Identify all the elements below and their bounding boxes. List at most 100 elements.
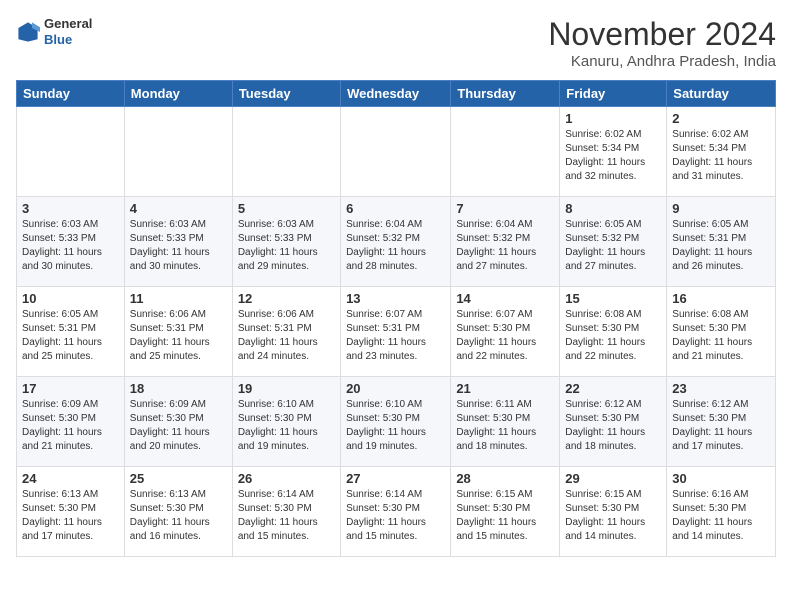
calendar-cell: 8 Sunrise: 6:05 AM Sunset: 5:32 PM Daylig… [560, 197, 667, 287]
calendar-day-header: Monday [124, 81, 232, 107]
day-number: 1 [565, 111, 661, 126]
calendar-cell: 18 Sunrise: 6:09 AM Sunset: 5:30 PM Dayli… [124, 377, 232, 467]
day-info: Sunrise: 6:09 AM Sunset: 5:30 PM Dayligh… [22, 398, 119, 454]
logo-text: General Blue [44, 16, 92, 47]
day-number: 8 [565, 201, 661, 216]
calendar-cell [232, 107, 340, 197]
day-number: 21 [456, 381, 554, 396]
day-number: 22 [565, 381, 661, 396]
day-number: 26 [238, 471, 335, 486]
day-number: 10 [22, 291, 119, 306]
day-info: Sunrise: 6:09 AM Sunset: 5:30 PM Dayligh… [130, 398, 227, 454]
calendar-week-row: 10 Sunrise: 6:05 AM Sunset: 5:31 PM Dayli… [17, 287, 776, 377]
calendar-cell: 12 Sunrise: 6:06 AM Sunset: 5:31 PM Dayli… [232, 287, 340, 377]
day-info: Sunrise: 6:05 AM Sunset: 5:31 PM Dayligh… [22, 308, 119, 364]
day-number: 29 [565, 471, 661, 486]
day-number: 11 [130, 291, 227, 306]
calendar-day-header: Friday [560, 81, 667, 107]
calendar-cell [124, 107, 232, 197]
day-info: Sunrise: 6:10 AM Sunset: 5:30 PM Dayligh… [346, 398, 445, 454]
calendar-cell: 14 Sunrise: 6:07 AM Sunset: 5:30 PM Dayli… [451, 287, 560, 377]
calendar-cell: 29 Sunrise: 6:15 AM Sunset: 5:30 PM Dayli… [560, 467, 667, 557]
day-info: Sunrise: 6:03 AM Sunset: 5:33 PM Dayligh… [130, 218, 227, 274]
day-info: Sunrise: 6:13 AM Sunset: 5:30 PM Dayligh… [22, 488, 119, 544]
day-info: Sunrise: 6:13 AM Sunset: 5:30 PM Dayligh… [130, 488, 227, 544]
day-info: Sunrise: 6:07 AM Sunset: 5:31 PM Dayligh… [346, 308, 445, 364]
day-info: Sunrise: 6:15 AM Sunset: 5:30 PM Dayligh… [456, 488, 554, 544]
calendar-cell: 3 Sunrise: 6:03 AM Sunset: 5:33 PM Daylig… [17, 197, 125, 287]
calendar-cell: 17 Sunrise: 6:09 AM Sunset: 5:30 PM Dayli… [17, 377, 125, 467]
calendar-day-header: Sunday [17, 81, 125, 107]
day-number: 3 [22, 201, 119, 216]
calendar-cell: 23Sunrise: 6:12 AM Sunset: 5:30 PM Dayli… [667, 377, 776, 467]
day-number: 24 [22, 471, 119, 486]
day-number: 7 [456, 201, 554, 216]
day-number: 27 [346, 471, 445, 486]
calendar-cell: 30 Sunrise: 6:16 AM Sunset: 5:30 PM Dayli… [667, 467, 776, 557]
day-info: Sunrise: 6:03 AM Sunset: 5:33 PM Dayligh… [22, 218, 119, 274]
logo-general: General [44, 16, 92, 32]
month-title: November 2024 [548, 16, 776, 53]
day-info: Sunrise: 6:14 AM Sunset: 5:30 PM Dayligh… [238, 488, 335, 544]
calendar-cell: 19Sunrise: 6:10 AM Sunset: 5:30 PM Dayli… [232, 377, 340, 467]
day-info: Sunrise: 6:04 AM Sunset: 5:32 PM Dayligh… [346, 218, 445, 274]
day-number: 14 [456, 291, 554, 306]
calendar-cell: 26 Sunrise: 6:14 AM Sunset: 5:30 PM Dayli… [232, 467, 340, 557]
calendar-cell: 25Sunrise: 6:13 AM Sunset: 5:30 PM Dayli… [124, 467, 232, 557]
day-info: Sunrise: 6:16 AM Sunset: 5:30 PM Dayligh… [672, 488, 770, 544]
day-info: Sunrise: 6:03 AM Sunset: 5:33 PM Dayligh… [238, 218, 335, 274]
day-info: Sunrise: 6:11 AM Sunset: 5:30 PM Dayligh… [456, 398, 554, 454]
calendar-cell: 15 Sunrise: 6:08 AM Sunset: 5:30 PM Dayli… [560, 287, 667, 377]
calendar-cell: 6Sunrise: 6:04 AM Sunset: 5:32 PM Daylig… [341, 197, 451, 287]
day-info: Sunrise: 6:05 AM Sunset: 5:32 PM Dayligh… [565, 218, 661, 274]
day-info: Sunrise: 6:12 AM Sunset: 5:30 PM Dayligh… [565, 398, 661, 454]
day-number: 17 [22, 381, 119, 396]
calendar-cell: 2 Sunrise: 6:02 AM Sunset: 5:34 PM Daylig… [667, 107, 776, 197]
day-number: 23 [672, 381, 770, 396]
day-number: 4 [130, 201, 227, 216]
calendar-cell: 11 Sunrise: 6:06 AM Sunset: 5:31 PM Dayli… [124, 287, 232, 377]
day-info: Sunrise: 6:05 AM Sunset: 5:31 PM Dayligh… [672, 218, 770, 274]
calendar-day-header: Wednesday [341, 81, 451, 107]
day-number: 13 [346, 291, 445, 306]
calendar-week-row: 3 Sunrise: 6:03 AM Sunset: 5:33 PM Daylig… [17, 197, 776, 287]
calendar-cell: 16 Sunrise: 6:08 AM Sunset: 5:30 PM Dayli… [667, 287, 776, 377]
day-info: Sunrise: 6:02 AM Sunset: 5:34 PM Dayligh… [565, 128, 661, 184]
day-info: Sunrise: 6:04 AM Sunset: 5:32 PM Dayligh… [456, 218, 554, 274]
calendar-header-row: SundayMondayTuesdayWednesdayThursdayFrid… [17, 81, 776, 107]
day-info: Sunrise: 6:14 AM Sunset: 5:30 PM Dayligh… [346, 488, 445, 544]
calendar-cell: 22 Sunrise: 6:12 AM Sunset: 5:30 PM Dayli… [560, 377, 667, 467]
calendar-week-row: 17 Sunrise: 6:09 AM Sunset: 5:30 PM Dayli… [17, 377, 776, 467]
day-number: 2 [672, 111, 770, 126]
day-number: 16 [672, 291, 770, 306]
calendar-cell: 4 Sunrise: 6:03 AM Sunset: 5:33 PM Daylig… [124, 197, 232, 287]
calendar-cell: 13 Sunrise: 6:07 AM Sunset: 5:31 PM Dayli… [341, 287, 451, 377]
day-number: 12 [238, 291, 335, 306]
day-info: Sunrise: 6:06 AM Sunset: 5:31 PM Dayligh… [130, 308, 227, 364]
calendar-cell: 5Sunrise: 6:03 AM Sunset: 5:33 PM Daylig… [232, 197, 340, 287]
day-info: Sunrise: 6:15 AM Sunset: 5:30 PM Dayligh… [565, 488, 661, 544]
calendar-week-row: 24 Sunrise: 6:13 AM Sunset: 5:30 PM Dayli… [17, 467, 776, 557]
day-info: Sunrise: 6:02 AM Sunset: 5:34 PM Dayligh… [672, 128, 770, 184]
calendar-cell [17, 107, 125, 197]
day-info: Sunrise: 6:08 AM Sunset: 5:30 PM Dayligh… [565, 308, 661, 364]
day-info: Sunrise: 6:07 AM Sunset: 5:30 PM Dayligh… [456, 308, 554, 364]
calendar-cell: 9Sunrise: 6:05 AM Sunset: 5:31 PM Daylig… [667, 197, 776, 287]
logo: General Blue [16, 16, 92, 47]
day-number: 20 [346, 381, 445, 396]
calendar-cell: 1 Sunrise: 6:02 AM Sunset: 5:34 PM Daylig… [560, 107, 667, 197]
logo-blue: Blue [44, 32, 92, 48]
day-number: 28 [456, 471, 554, 486]
calendar-table: SundayMondayTuesdayWednesdayThursdayFrid… [16, 80, 776, 557]
calendar-cell: 10 Sunrise: 6:05 AM Sunset: 5:31 PM Dayli… [17, 287, 125, 377]
day-number: 18 [130, 381, 227, 396]
day-info: Sunrise: 6:06 AM Sunset: 5:31 PM Dayligh… [238, 308, 335, 364]
calendar-cell [451, 107, 560, 197]
day-number: 30 [672, 471, 770, 486]
calendar-day-header: Thursday [451, 81, 560, 107]
day-info: Sunrise: 6:08 AM Sunset: 5:30 PM Dayligh… [672, 308, 770, 364]
calendar-cell: 21 Sunrise: 6:11 AM Sunset: 5:30 PM Dayli… [451, 377, 560, 467]
calendar-cell: 24 Sunrise: 6:13 AM Sunset: 5:30 PM Dayli… [17, 467, 125, 557]
day-number: 15 [565, 291, 661, 306]
calendar-day-header: Tuesday [232, 81, 340, 107]
